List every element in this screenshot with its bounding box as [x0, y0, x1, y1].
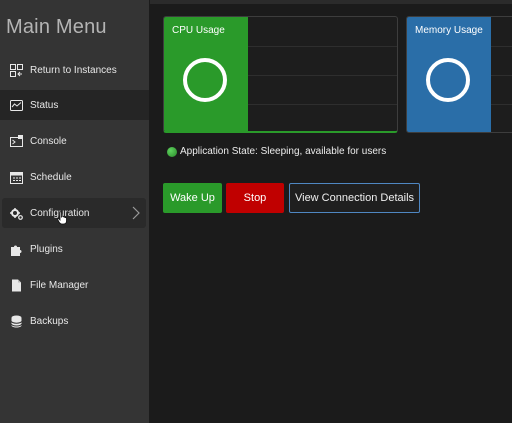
stop-button[interactable]: Stop [226, 183, 284, 213]
sidebar-item-console[interactable]: Console [2, 126, 146, 156]
wake-up-button[interactable]: Wake Up [163, 183, 222, 213]
application-state: Application State: Sleeping, available f… [167, 146, 386, 157]
sidebar-item-file-manager[interactable]: File Manager [2, 270, 146, 300]
sidebar-item-plugins[interactable]: Plugins [2, 234, 146, 264]
gears-icon [10, 207, 23, 220]
main-top-border [150, 0, 512, 4]
sidebar: Main Menu Return to Instances Status Con… [0, 0, 149, 423]
calendar-icon [10, 171, 23, 184]
sidebar-item-label: Return to Instances [30, 64, 117, 76]
grid-line [491, 46, 512, 47]
view-connection-details-button[interactable]: View Connection Details [289, 183, 420, 213]
status-indicator-icon [167, 146, 177, 157]
memory-usage-card: Memory Usage [406, 16, 512, 133]
database-icon [10, 315, 23, 328]
return-icon [10, 63, 23, 77]
cpu-usage-card: CPU Usage [163, 16, 398, 133]
memory-usage-label: Memory Usage [415, 25, 483, 36]
sidebar-item-label: File Manager [30, 279, 89, 291]
sidebar-title: Main Menu [6, 16, 107, 38]
memory-usage-gauge [426, 58, 470, 102]
sidebar-item-configuration[interactable]: Configuration [2, 198, 146, 228]
sidebar-item-status[interactable]: Status [0, 90, 149, 120]
status-icon [10, 99, 23, 112]
app-window: Main Menu Return to Instances Status Con… [0, 0, 512, 423]
sidebar-item-backups[interactable]: Backups [2, 306, 146, 336]
sidebar-item-label: Schedule [30, 171, 72, 183]
grid-line [491, 75, 512, 76]
cpu-usage-gauge [183, 58, 227, 102]
file-icon [10, 279, 23, 292]
cpu-usage-header: CPU Usage [164, 17, 248, 131]
grid-line [248, 104, 397, 105]
grid-line [248, 75, 397, 76]
sidebar-item-return-to-instances[interactable]: Return to Instances [2, 55, 146, 85]
sidebar-item-label: Backups [30, 315, 69, 327]
console-icon [10, 134, 23, 148]
application-state-text: Application State: Sleeping, available f… [180, 146, 387, 157]
memory-usage-header: Memory Usage [407, 17, 491, 132]
sidebar-item-schedule[interactable]: Schedule [2, 162, 146, 192]
cpu-usage-label: CPU Usage [172, 25, 225, 36]
sidebar-item-label: Console [30, 135, 67, 147]
chevron-right-icon [132, 206, 140, 220]
sidebar-item-label: Status [30, 99, 59, 111]
grid-line [491, 104, 512, 105]
hand-cursor-icon [57, 211, 67, 225]
puzzle-icon [10, 243, 23, 256]
grid-line [248, 46, 397, 47]
sidebar-item-label: Plugins [30, 243, 63, 255]
